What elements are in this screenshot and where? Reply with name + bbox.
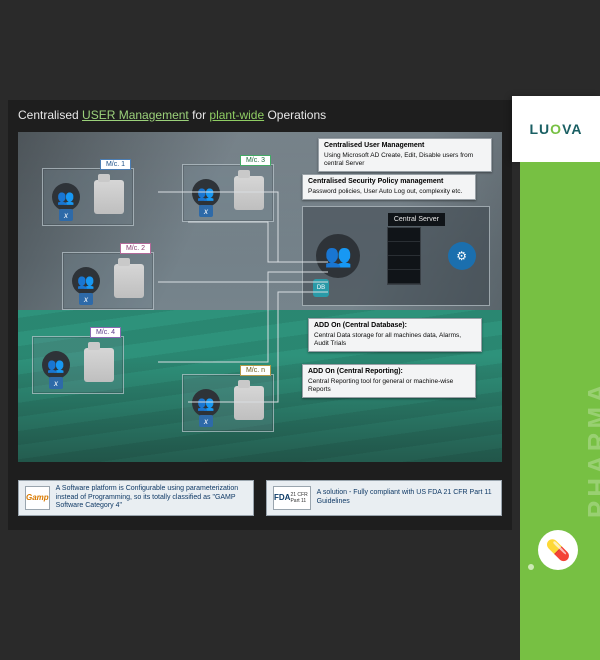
users-group-icon: 👥 [316, 234, 360, 278]
diagram-area: M/c. 1👥xM/c. 3👥xM/c. 2👥xM/c. 4👥xM/c. n👥x… [18, 132, 502, 462]
machine-tag: M/c. 3 [240, 155, 271, 166]
users-group-icon: 👥 [52, 183, 80, 211]
fda-badge: FDA 21 CFR Part 11 [273, 486, 311, 510]
machine-tag: M/c. 1 [100, 159, 131, 170]
machine-node: M/c. 4👥x [32, 336, 124, 394]
callout-title: Centralised Security Policy management [308, 178, 470, 188]
callout: ADD On (Central Database):Central Data s… [308, 318, 482, 352]
users-group-icon: 👥 [192, 389, 220, 417]
central-server-label: Central Server [388, 213, 445, 226]
brand-o: O [550, 121, 562, 137]
callout-body: Central Reporting tool for general or ma… [308, 378, 453, 393]
callout-title: ADD On (Central Database): [314, 322, 476, 332]
server-rack-icon [387, 227, 421, 285]
x-chip-icon: x [79, 293, 93, 305]
machine-node: M/c. 1👥x [42, 168, 134, 226]
central-server-panel: Central Server 👥 ⚙ DB [302, 206, 490, 306]
fda-badge-main: FDA [274, 493, 290, 503]
machine-node: M/c. 3👥x [182, 164, 274, 222]
machine-icon [94, 180, 124, 214]
machine-node: M/c. 2👥x [62, 252, 154, 310]
x-chip-icon: x [59, 209, 73, 221]
callout-body: Using Microsoft AD Create, Edit, Disable… [324, 152, 473, 167]
x-chip-icon: x [199, 415, 213, 427]
slide: Centralised USER Management for plant-wi… [8, 100, 512, 530]
machine-icon [114, 264, 144, 298]
machine-node: M/c. n👥x [182, 374, 274, 432]
title-post: Operations [264, 108, 326, 122]
gamp-footer: Gamp A Software platform is Configurable… [18, 480, 254, 516]
fda-text: A solution - Fully compliant with US FDA… [317, 489, 495, 507]
users-group-icon: 👥 [72, 267, 100, 295]
machine-icon [234, 386, 264, 420]
callout: Centralised Security Policy managementPa… [302, 174, 476, 200]
fda-badge-sub: 21 CFR Part 11 [290, 492, 309, 505]
title-mid: for [189, 108, 210, 122]
right-overlay: LUOVA PHARMA 💊 [510, 0, 600, 660]
users-group-icon: 👥 [42, 351, 70, 379]
footer-row: Gamp A Software platform is Configurable… [18, 480, 502, 516]
callout-title: ADD On (Central Reporting): [308, 368, 470, 378]
slide-canvas: Centralised USER Management for plant-wi… [0, 0, 520, 660]
title-plantwide: plant-wide [209, 108, 264, 122]
slide-title: Centralised USER Management for plant-wi… [8, 100, 512, 126]
fda-footer: FDA 21 CFR Part 11 A solution - Fully co… [266, 480, 502, 516]
x-chip-icon: x [199, 205, 213, 217]
brand-logo-text: LUOVA [530, 121, 583, 137]
machine-tag: M/c. n [240, 365, 271, 376]
gamp-badge: Gamp [25, 486, 50, 510]
callout: Centralised User ManagementUsing Microso… [318, 138, 492, 172]
callout: ADD On (Central Reporting):Central Repor… [302, 364, 476, 398]
title-user: USER Management [82, 108, 189, 122]
machine-tag: M/c. 2 [120, 243, 151, 254]
brand-pre: LU [530, 121, 551, 137]
vertical-label: PHARMA [582, 380, 600, 518]
users-group-icon: 👥 [192, 179, 220, 207]
brand-post: VA [562, 121, 582, 137]
callout-title: Centralised User Management [324, 142, 486, 152]
x-chip-icon: x [49, 377, 63, 389]
accent-dot [528, 564, 534, 570]
settings-gear-icon: ⚙ [448, 242, 476, 270]
pharma-pill-icon: 💊 [538, 530, 578, 570]
database-icon: DB [313, 279, 329, 297]
callout-body: Password policies, User Auto Log out, co… [308, 188, 462, 195]
gamp-text: A Software platform is Configurable usin… [56, 485, 247, 511]
machine-icon [84, 348, 114, 382]
brand-logo-card: LUOVA [512, 96, 600, 162]
machine-tag: M/c. 4 [90, 327, 121, 338]
machine-icon [234, 176, 264, 210]
callout-body: Central Data storage for all machines da… [314, 332, 461, 347]
title-pre: Centralised [18, 108, 82, 122]
